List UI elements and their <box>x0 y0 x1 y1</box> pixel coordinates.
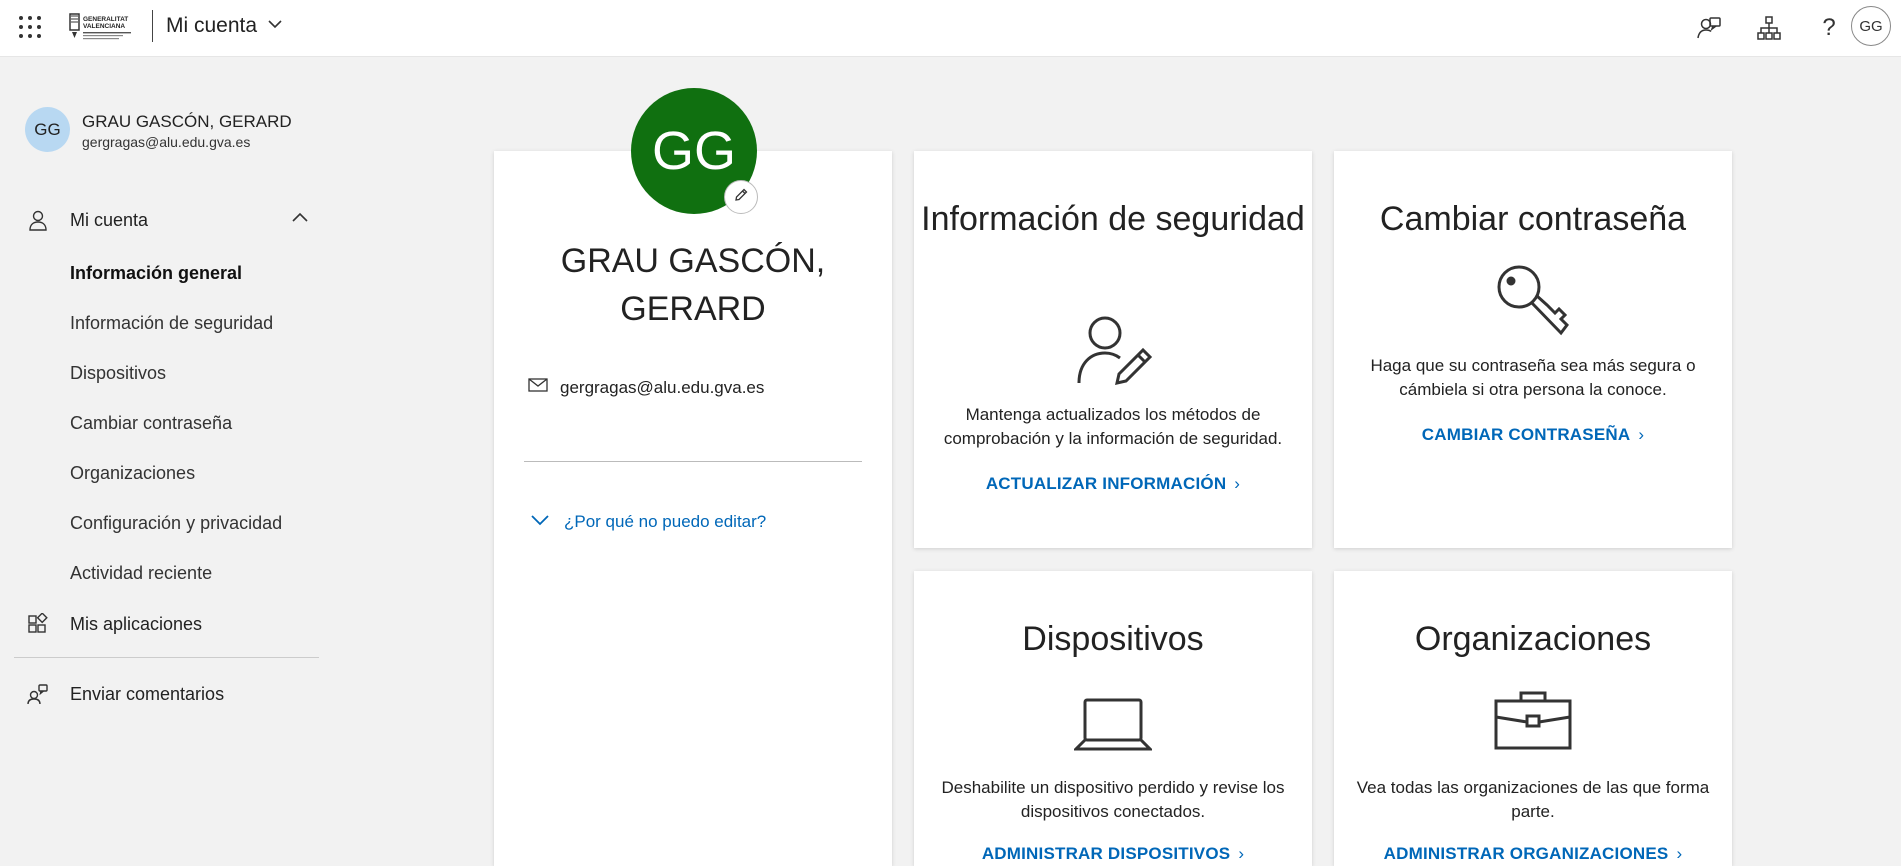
sidebar-item-label: Enviar comentarios <box>70 683 225 704</box>
help-icon[interactable]: ? <box>1815 14 1843 42</box>
manage-devices-link[interactable]: ADMINISTRAR DISPOSITIVOS › <box>914 844 1312 864</box>
sidebar: GG GRAU GASCÓN, GERARD gergragas@alu.edu… <box>0 57 330 866</box>
profile-divider <box>524 461 862 462</box>
user-email: gergragas@alu.edu.gva.es <box>82 134 251 150</box>
change-password-description: Haga que su contraseña sea más segura o … <box>1370 356 1696 399</box>
why-cant-edit-link[interactable]: ¿Por qué no puedo editar? <box>530 512 766 532</box>
sidebar-item-enviar-comentarios[interactable]: Enviar comentarios <box>24 680 224 708</box>
change-password-card: Cambiar contraseña Haga que su contraseñ… <box>1334 151 1732 548</box>
devices-title: Dispositivos <box>1022 620 1204 658</box>
chevron-right-icon: › <box>1238 844 1245 863</box>
mail-icon <box>528 377 548 398</box>
apps-icon <box>24 610 52 638</box>
edit-photo-button[interactable] <box>724 180 758 214</box>
chevron-down-icon <box>530 512 550 532</box>
user-name: GRAU GASCÓN, GERARD <box>82 112 292 131</box>
update-info-link[interactable]: ACTUALIZAR INFORMACIÓN › <box>914 474 1312 494</box>
app-title-menu[interactable]: Mi cuenta <box>166 14 283 38</box>
why-cant-edit-label: ¿Por qué no puedo editar? <box>564 512 767 531</box>
organizations-card: Organizaciones Vea todas las organizacio… <box>1334 571 1732 866</box>
sidebar-item-organizaciones[interactable]: Organizaciones <box>70 463 195 484</box>
briefcase-icon <box>1493 689 1573 756</box>
person-icon <box>24 206 52 234</box>
change-password-link[interactable]: CAMBIAR CONTRASEÑA › <box>1334 425 1732 445</box>
top-bar: GENERALITAT VALENCIANA Mi cuenta ? GG <box>0 0 1901 57</box>
sidebar-divider <box>14 657 319 658</box>
app-title: Mi cuenta <box>166 14 258 37</box>
manage-organizations-label: ADMINISTRAR ORGANIZACIONES <box>1383 844 1669 863</box>
chevron-right-icon: › <box>1676 844 1683 863</box>
change-password-label: CAMBIAR CONTRASEÑA <box>1421 425 1631 444</box>
sidebar-item-label: Mi cuenta <box>70 209 149 230</box>
manage-devices-label: ADMINISTRAR DISPOSITIVOS <box>981 844 1231 863</box>
devices-card: Dispositivos Deshabilite un dispositivo … <box>914 571 1312 866</box>
sidebar-item-actividad-reciente[interactable]: Actividad reciente <box>70 563 212 584</box>
avatar-initials: GG <box>34 119 61 139</box>
devices-description: Deshabilite un dispositivo perdido y rev… <box>941 778 1285 821</box>
header-avatar[interactable]: GG <box>1851 6 1891 46</box>
profile-avatar-initials: GG <box>651 121 736 181</box>
sidebar-item-dispositivos[interactable]: Dispositivos <box>70 363 166 384</box>
update-info-label: ACTUALIZAR INFORMACIÓN <box>985 474 1227 493</box>
svg-text:VALENCIANA: VALENCIANA <box>83 23 125 30</box>
change-password-title: Cambiar contraseña <box>1379 200 1687 238</box>
avatar: GG <box>25 107 70 152</box>
profile-name: GRAU GASCÓN, GERARD <box>560 242 826 328</box>
feedback-person-icon[interactable] <box>1695 14 1723 42</box>
chevron-down-icon <box>267 14 283 38</box>
laptop-icon <box>1072 697 1154 758</box>
pencil-icon <box>733 187 749 208</box>
waffle-icon[interactable] <box>18 15 42 39</box>
security-info-card: Información de seguridad Mantenga actual… <box>914 151 1312 548</box>
sidebar-item-mis-aplicaciones[interactable]: Mis aplicaciones <box>24 610 202 638</box>
sidebar-item-informacion-seguridad[interactable]: Información de seguridad <box>70 313 273 334</box>
sidebar-item-mi-cuenta[interactable]: Mi cuenta <box>24 206 309 234</box>
profile-email: gergragas@alu.edu.gva.es <box>560 377 765 397</box>
sidebar-item-label: Mis aplicaciones <box>70 613 203 634</box>
person-edit-icon <box>1073 311 1153 396</box>
chevron-up-icon[interactable] <box>291 209 309 232</box>
feedback-icon <box>24 680 52 708</box>
generalitat-logo[interactable]: GENERALITAT VALENCIANA <box>68 10 138 44</box>
chevron-right-icon: › <box>1234 474 1241 493</box>
header-avatar-initials: GG <box>1859 17 1883 35</box>
profile-card: GRAU GASCÓN, GERARD gergragas@alu.edu.gv… <box>494 151 892 866</box>
profile-email-row: gergragas@alu.edu.gva.es <box>528 377 764 398</box>
sidebar-item-informacion-general[interactable]: Información general <box>70 263 242 284</box>
security-info-title: Información de seguridad <box>921 200 1305 238</box>
sidebar-item-configuracion-privacidad[interactable]: Configuración y privacidad <box>70 513 282 534</box>
key-icon <box>1493 261 1573 346</box>
organizations-title: Organizaciones <box>1414 620 1652 658</box>
sidebar-item-cambiar-contrasena[interactable]: Cambiar contraseña <box>70 413 232 434</box>
organizations-description: Vea todas las organizaciones de las que … <box>1356 778 1710 821</box>
manage-organizations-link[interactable]: ADMINISTRAR ORGANIZACIONES › <box>1334 844 1732 864</box>
org-chart-icon[interactable] <box>1755 14 1783 42</box>
chevron-right-icon: › <box>1638 425 1645 444</box>
svg-text:GENERALITAT: GENERALITAT <box>83 16 128 23</box>
security-info-description: Mantenga actualizados los métodos de com… <box>943 405 1283 448</box>
header-divider <box>152 10 153 42</box>
